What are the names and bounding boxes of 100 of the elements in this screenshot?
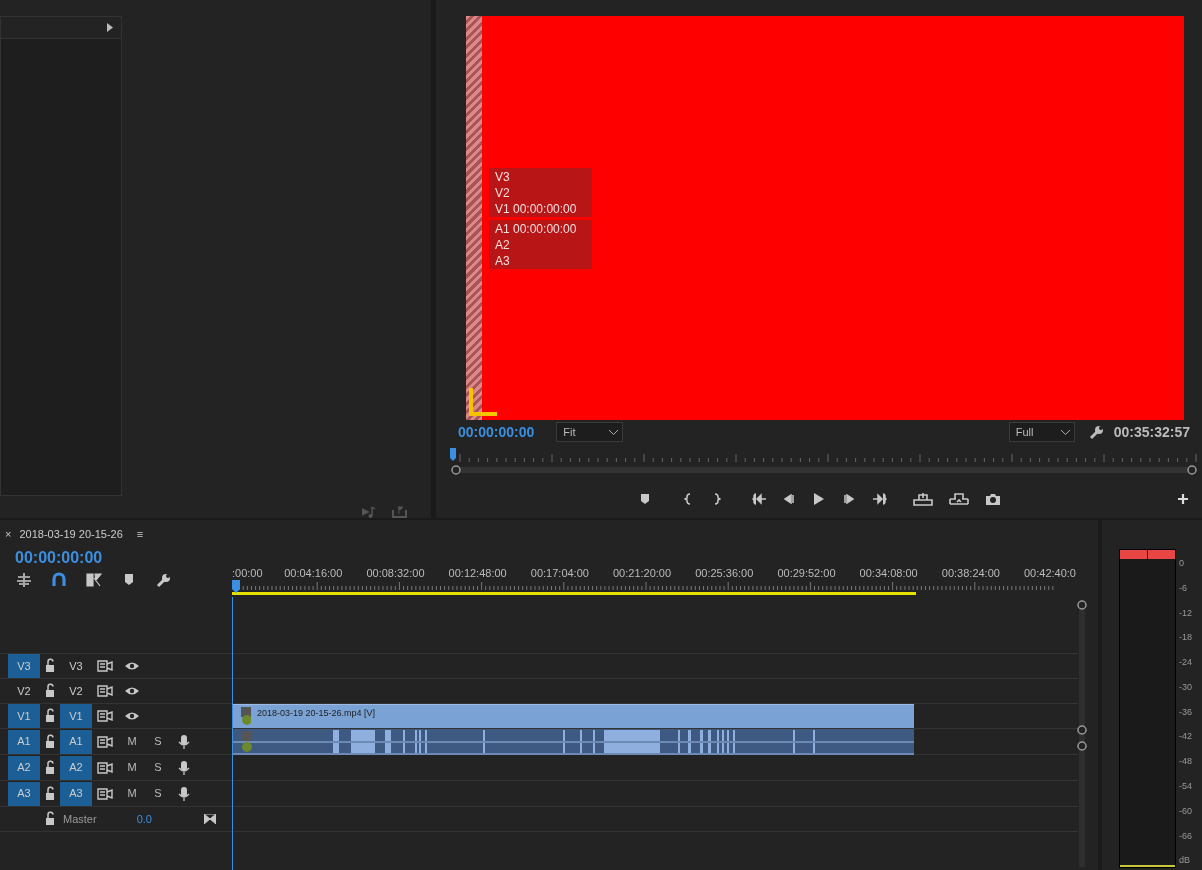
sequence-tab[interactable]: 2018-03-19 20-15-26	[19, 525, 123, 543]
ruler-label: 00:21:20:00	[613, 566, 672, 581]
meter-scale-label: 0	[1179, 557, 1185, 570]
solo-button[interactable]: S	[145, 785, 171, 802]
chevron-icon	[1060, 429, 1070, 435]
track-target[interactable]: V2	[60, 679, 92, 703]
plus-icon	[1177, 493, 1189, 505]
lock-icon[interactable]	[43, 683, 57, 699]
snap-magnet-icon[interactable]	[51, 572, 67, 588]
mark-in-icon	[683, 493, 691, 505]
go-to-in-icon	[751, 493, 767, 505]
source-patch[interactable]: A2	[8, 755, 40, 780]
sync-lock-icon[interactable]	[97, 733, 113, 750]
meter-scale-label: -24	[1179, 656, 1192, 670]
microphone-icon[interactable]	[176, 759, 192, 776]
master-label: Master	[63, 811, 97, 827]
meter-scale-label: -66	[1179, 829, 1192, 843]
track-target[interactable]: V1	[60, 704, 92, 728]
overlay-line: A1 00:00:00:00	[495, 221, 578, 237]
camera-icon	[985, 492, 1001, 506]
overlay-line: V2	[495, 185, 511, 201]
video-clip[interactable]: 2018-03-19 20-15-26.mp4 [V]	[233, 704, 914, 728]
step-forward-icon	[844, 494, 854, 504]
sync-lock-icon[interactable]	[97, 683, 113, 699]
dropdown-value: Fit	[563, 424, 576, 440]
meter-scale-label: -42	[1179, 730, 1192, 744]
playhead-timecode[interactable]: 00:00:00:00	[458, 421, 535, 443]
lock-icon[interactable]	[43, 785, 57, 802]
linked-selection-icon[interactable]	[86, 572, 102, 588]
fx-badge-icon	[241, 707, 251, 725]
dropdown-value: Full	[1015, 424, 1034, 440]
insert-icon[interactable]	[16, 572, 32, 588]
playhead[interactable]	[232, 580, 240, 593]
lift-icon	[913, 492, 933, 506]
lock-icon[interactable]	[43, 733, 57, 750]
corner-marker-icon	[469, 388, 497, 416]
track-target[interactable]: A1	[60, 729, 92, 754]
lock-icon[interactable]	[43, 708, 57, 724]
mute-button[interactable]: M	[119, 759, 145, 776]
add-marker-icon	[640, 493, 650, 505]
microphone-icon[interactable]	[176, 785, 192, 802]
meter-scale-label: -12	[1179, 606, 1192, 620]
meter-scale-label: -54	[1179, 780, 1192, 794]
sync-lock-icon[interactable]	[97, 785, 113, 802]
solo-button[interactable]: S	[145, 733, 171, 750]
settings-icon[interactable]	[156, 572, 172, 588]
settings-icon[interactable]	[1088, 424, 1104, 440]
lock-icon[interactable]	[43, 759, 57, 776]
play-icon	[813, 492, 825, 506]
step-back-icon	[784, 494, 794, 504]
resolution-dropdown[interactable]: Full	[1008, 421, 1075, 443]
collapse-icon[interactable]	[203, 814, 216, 824]
extract-icon	[949, 493, 969, 505]
timeline-timecode[interactable]: 00:00:00:00	[0, 548, 232, 568]
mark-out-icon	[713, 493, 721, 505]
ruler-label: 00:08:32:00	[366, 566, 425, 581]
vertical-scrollbar[interactable]	[1076, 597, 1088, 867]
source-patch[interactable]: V3	[8, 654, 40, 678]
go-to-out-icon	[871, 493, 887, 505]
meter-scale-label: dB	[1179, 854, 1191, 868]
sync-lock-icon[interactable]	[97, 658, 113, 674]
source-patch[interactable]: V2	[8, 679, 40, 703]
microphone-icon[interactable]	[176, 733, 192, 750]
solo-button[interactable]: S	[145, 759, 171, 776]
zoom-scrollbar[interactable]	[450, 464, 1198, 476]
play-icon[interactable]	[107, 23, 113, 32]
close-button[interactable]: ×	[5, 525, 12, 543]
chevron-icon	[609, 429, 619, 435]
ruler-label: :00:00	[232, 566, 263, 581]
source-patch[interactable]: A3	[8, 781, 40, 806]
track-target[interactable]: V3	[60, 654, 92, 678]
meter-scale-label: -48	[1179, 755, 1192, 769]
lock-icon[interactable]	[43, 811, 57, 827]
meter-scale-label: -36	[1179, 705, 1192, 719]
track-target[interactable]: A3	[60, 781, 92, 806]
source-patch[interactable]: A1	[8, 729, 40, 754]
ruler-label: 00:12:48:00	[448, 566, 507, 581]
meter-floor-line	[1120, 865, 1175, 867]
source-patch[interactable]: V1	[8, 704, 40, 728]
track-target[interactable]: A2	[60, 755, 92, 780]
duration-timecode: 00:35:32:57	[1113, 422, 1190, 442]
menu-button[interactable]: ≡	[136, 525, 144, 543]
overlay-line: A2	[495, 237, 511, 253]
meter-scale-label: -30	[1179, 680, 1192, 694]
ruler-label: 00:38:24:00	[941, 566, 1000, 581]
audio-clip[interactable]	[233, 729, 914, 755]
mute-button[interactable]: M	[119, 785, 145, 802]
ruler-label: 00:42:40:0	[1024, 566, 1076, 581]
ruler-label: 00:25:36:00	[695, 566, 754, 581]
ruler-label: 00:04:16:00	[284, 566, 343, 581]
ruler-label: 00:29:52:00	[777, 566, 836, 581]
meter-scale-label: -18	[1179, 631, 1192, 645]
meter-scale-label: -6	[1179, 581, 1188, 595]
sync-lock-icon[interactable]	[97, 708, 113, 724]
sync-lock-icon[interactable]	[97, 759, 113, 776]
master-volume[interactable]: 0.0	[136, 810, 152, 828]
mute-button[interactable]: M	[119, 733, 145, 750]
lock-icon[interactable]	[43, 658, 57, 674]
ruler-label: 00:17:04:00	[530, 566, 589, 581]
zoom-dropdown[interactable]: Fit	[556, 421, 624, 443]
